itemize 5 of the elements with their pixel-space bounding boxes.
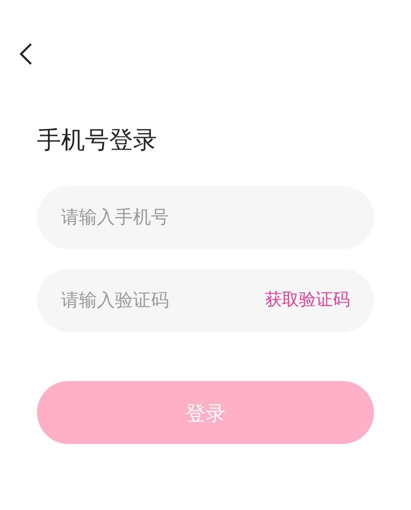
get-code-button[interactable]: 获取验证码 (265, 288, 350, 314)
page-title: 手机号登录 (37, 125, 157, 156)
back-icon (19, 43, 33, 65)
code-field[interactable]: 请输入验证码 获取验证码 (37, 269, 374, 332)
phone-field[interactable]: 请输入手机号 (37, 186, 374, 249)
